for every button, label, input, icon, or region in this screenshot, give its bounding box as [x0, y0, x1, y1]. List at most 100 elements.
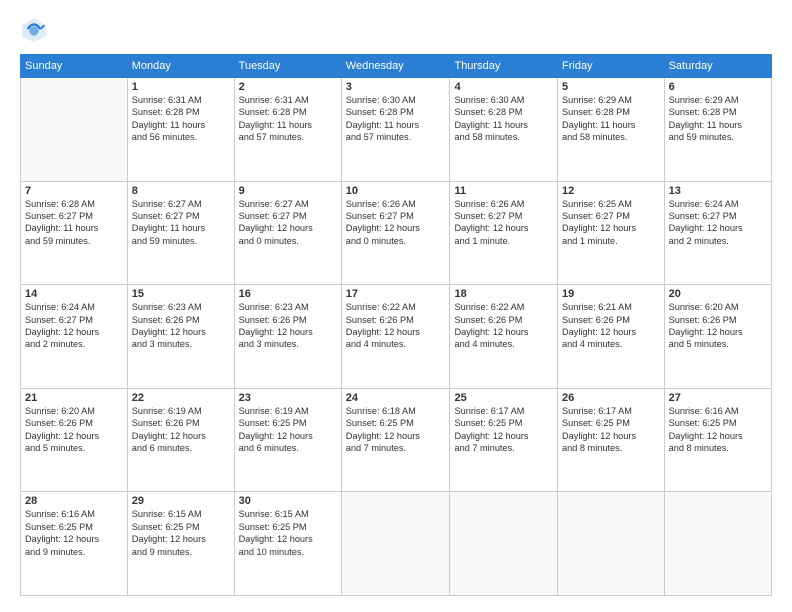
calendar-cell [341, 492, 450, 596]
calendar-cell: 23Sunrise: 6:19 AM Sunset: 6:25 PM Dayli… [234, 388, 341, 492]
day-info: Sunrise: 6:29 AM Sunset: 6:28 PM Dayligh… [669, 94, 767, 144]
day-info: Sunrise: 6:30 AM Sunset: 6:28 PM Dayligh… [454, 94, 553, 144]
day-number: 11 [454, 185, 553, 197]
calendar-cell: 7Sunrise: 6:28 AM Sunset: 6:27 PM Daylig… [21, 181, 128, 285]
weekday-header: Friday [558, 55, 665, 78]
calendar-week-row: 7Sunrise: 6:28 AM Sunset: 6:27 PM Daylig… [21, 181, 772, 285]
day-info: Sunrise: 6:16 AM Sunset: 6:25 PM Dayligh… [669, 405, 767, 455]
header [20, 16, 772, 44]
day-number: 14 [25, 288, 123, 300]
calendar-cell: 13Sunrise: 6:24 AM Sunset: 6:27 PM Dayli… [664, 181, 771, 285]
page: SundayMondayTuesdayWednesdayThursdayFrid… [0, 0, 792, 612]
calendar-cell: 27Sunrise: 6:16 AM Sunset: 6:25 PM Dayli… [664, 388, 771, 492]
calendar-cell: 16Sunrise: 6:23 AM Sunset: 6:26 PM Dayli… [234, 285, 341, 389]
calendar-cell: 14Sunrise: 6:24 AM Sunset: 6:27 PM Dayli… [21, 285, 128, 389]
day-info: Sunrise: 6:20 AM Sunset: 6:26 PM Dayligh… [669, 301, 767, 351]
weekday-header-row: SundayMondayTuesdayWednesdayThursdayFrid… [21, 55, 772, 78]
day-info: Sunrise: 6:19 AM Sunset: 6:26 PM Dayligh… [132, 405, 230, 455]
calendar-cell: 18Sunrise: 6:22 AM Sunset: 6:26 PM Dayli… [450, 285, 558, 389]
calendar-cell: 11Sunrise: 6:26 AM Sunset: 6:27 PM Dayli… [450, 181, 558, 285]
weekday-header: Saturday [664, 55, 771, 78]
day-info: Sunrise: 6:18 AM Sunset: 6:25 PM Dayligh… [346, 405, 446, 455]
day-info: Sunrise: 6:22 AM Sunset: 6:26 PM Dayligh… [346, 301, 446, 351]
day-info: Sunrise: 6:17 AM Sunset: 6:25 PM Dayligh… [454, 405, 553, 455]
day-number: 6 [669, 81, 767, 93]
calendar-week-row: 1Sunrise: 6:31 AM Sunset: 6:28 PM Daylig… [21, 78, 772, 182]
day-info: Sunrise: 6:26 AM Sunset: 6:27 PM Dayligh… [346, 198, 446, 248]
calendar-cell: 21Sunrise: 6:20 AM Sunset: 6:26 PM Dayli… [21, 388, 128, 492]
calendar-cell: 19Sunrise: 6:21 AM Sunset: 6:26 PM Dayli… [558, 285, 665, 389]
weekday-header: Tuesday [234, 55, 341, 78]
calendar-cell: 2Sunrise: 6:31 AM Sunset: 6:28 PM Daylig… [234, 78, 341, 182]
logo [20, 16, 52, 44]
calendar-cell [450, 492, 558, 596]
calendar-cell: 17Sunrise: 6:22 AM Sunset: 6:26 PM Dayli… [341, 285, 450, 389]
calendar-cell: 25Sunrise: 6:17 AM Sunset: 6:25 PM Dayli… [450, 388, 558, 492]
calendar-cell: 12Sunrise: 6:25 AM Sunset: 6:27 PM Dayli… [558, 181, 665, 285]
day-info: Sunrise: 6:20 AM Sunset: 6:26 PM Dayligh… [25, 405, 123, 455]
day-info: Sunrise: 6:24 AM Sunset: 6:27 PM Dayligh… [669, 198, 767, 248]
calendar: SundayMondayTuesdayWednesdayThursdayFrid… [20, 54, 772, 596]
calendar-cell: 1Sunrise: 6:31 AM Sunset: 6:28 PM Daylig… [127, 78, 234, 182]
day-info: Sunrise: 6:21 AM Sunset: 6:26 PM Dayligh… [562, 301, 660, 351]
day-number: 10 [346, 185, 446, 197]
weekday-header: Thursday [450, 55, 558, 78]
calendar-cell: 9Sunrise: 6:27 AM Sunset: 6:27 PM Daylig… [234, 181, 341, 285]
day-number: 22 [132, 392, 230, 404]
day-number: 4 [454, 81, 553, 93]
day-number: 19 [562, 288, 660, 300]
day-number: 28 [25, 495, 123, 507]
day-info: Sunrise: 6:16 AM Sunset: 6:25 PM Dayligh… [25, 508, 123, 558]
calendar-cell: 28Sunrise: 6:16 AM Sunset: 6:25 PM Dayli… [21, 492, 128, 596]
day-info: Sunrise: 6:25 AM Sunset: 6:27 PM Dayligh… [562, 198, 660, 248]
calendar-cell: 24Sunrise: 6:18 AM Sunset: 6:25 PM Dayli… [341, 388, 450, 492]
day-info: Sunrise: 6:27 AM Sunset: 6:27 PM Dayligh… [239, 198, 337, 248]
calendar-cell [664, 492, 771, 596]
day-number: 17 [346, 288, 446, 300]
calendar-cell: 3Sunrise: 6:30 AM Sunset: 6:28 PM Daylig… [341, 78, 450, 182]
calendar-week-row: 28Sunrise: 6:16 AM Sunset: 6:25 PM Dayli… [21, 492, 772, 596]
day-info: Sunrise: 6:28 AM Sunset: 6:27 PM Dayligh… [25, 198, 123, 248]
calendar-cell [558, 492, 665, 596]
day-info: Sunrise: 6:15 AM Sunset: 6:25 PM Dayligh… [132, 508, 230, 558]
calendar-cell: 8Sunrise: 6:27 AM Sunset: 6:27 PM Daylig… [127, 181, 234, 285]
logo-icon [20, 16, 48, 44]
day-info: Sunrise: 6:24 AM Sunset: 6:27 PM Dayligh… [25, 301, 123, 351]
weekday-header: Wednesday [341, 55, 450, 78]
day-number: 7 [25, 185, 123, 197]
calendar-cell: 29Sunrise: 6:15 AM Sunset: 6:25 PM Dayli… [127, 492, 234, 596]
calendar-cell: 4Sunrise: 6:30 AM Sunset: 6:28 PM Daylig… [450, 78, 558, 182]
day-number: 21 [25, 392, 123, 404]
day-number: 16 [239, 288, 337, 300]
day-info: Sunrise: 6:31 AM Sunset: 6:28 PM Dayligh… [132, 94, 230, 144]
day-number: 13 [669, 185, 767, 197]
day-number: 27 [669, 392, 767, 404]
day-number: 12 [562, 185, 660, 197]
day-info: Sunrise: 6:17 AM Sunset: 6:25 PM Dayligh… [562, 405, 660, 455]
day-info: Sunrise: 6:23 AM Sunset: 6:26 PM Dayligh… [132, 301, 230, 351]
day-number: 1 [132, 81, 230, 93]
day-number: 29 [132, 495, 230, 507]
calendar-week-row: 21Sunrise: 6:20 AM Sunset: 6:26 PM Dayli… [21, 388, 772, 492]
calendar-cell: 5Sunrise: 6:29 AM Sunset: 6:28 PM Daylig… [558, 78, 665, 182]
day-number: 15 [132, 288, 230, 300]
day-number: 30 [239, 495, 337, 507]
day-info: Sunrise: 6:19 AM Sunset: 6:25 PM Dayligh… [239, 405, 337, 455]
calendar-cell: 20Sunrise: 6:20 AM Sunset: 6:26 PM Dayli… [664, 285, 771, 389]
calendar-cell: 10Sunrise: 6:26 AM Sunset: 6:27 PM Dayli… [341, 181, 450, 285]
day-number: 20 [669, 288, 767, 300]
day-info: Sunrise: 6:27 AM Sunset: 6:27 PM Dayligh… [132, 198, 230, 248]
calendar-cell: 26Sunrise: 6:17 AM Sunset: 6:25 PM Dayli… [558, 388, 665, 492]
day-number: 3 [346, 81, 446, 93]
weekday-header: Sunday [21, 55, 128, 78]
calendar-cell [21, 78, 128, 182]
day-number: 2 [239, 81, 337, 93]
day-info: Sunrise: 6:23 AM Sunset: 6:26 PM Dayligh… [239, 301, 337, 351]
day-number: 8 [132, 185, 230, 197]
calendar-cell: 15Sunrise: 6:23 AM Sunset: 6:26 PM Dayli… [127, 285, 234, 389]
day-number: 5 [562, 81, 660, 93]
day-info: Sunrise: 6:31 AM Sunset: 6:28 PM Dayligh… [239, 94, 337, 144]
day-number: 9 [239, 185, 337, 197]
calendar-cell: 30Sunrise: 6:15 AM Sunset: 6:25 PM Dayli… [234, 492, 341, 596]
day-number: 23 [239, 392, 337, 404]
